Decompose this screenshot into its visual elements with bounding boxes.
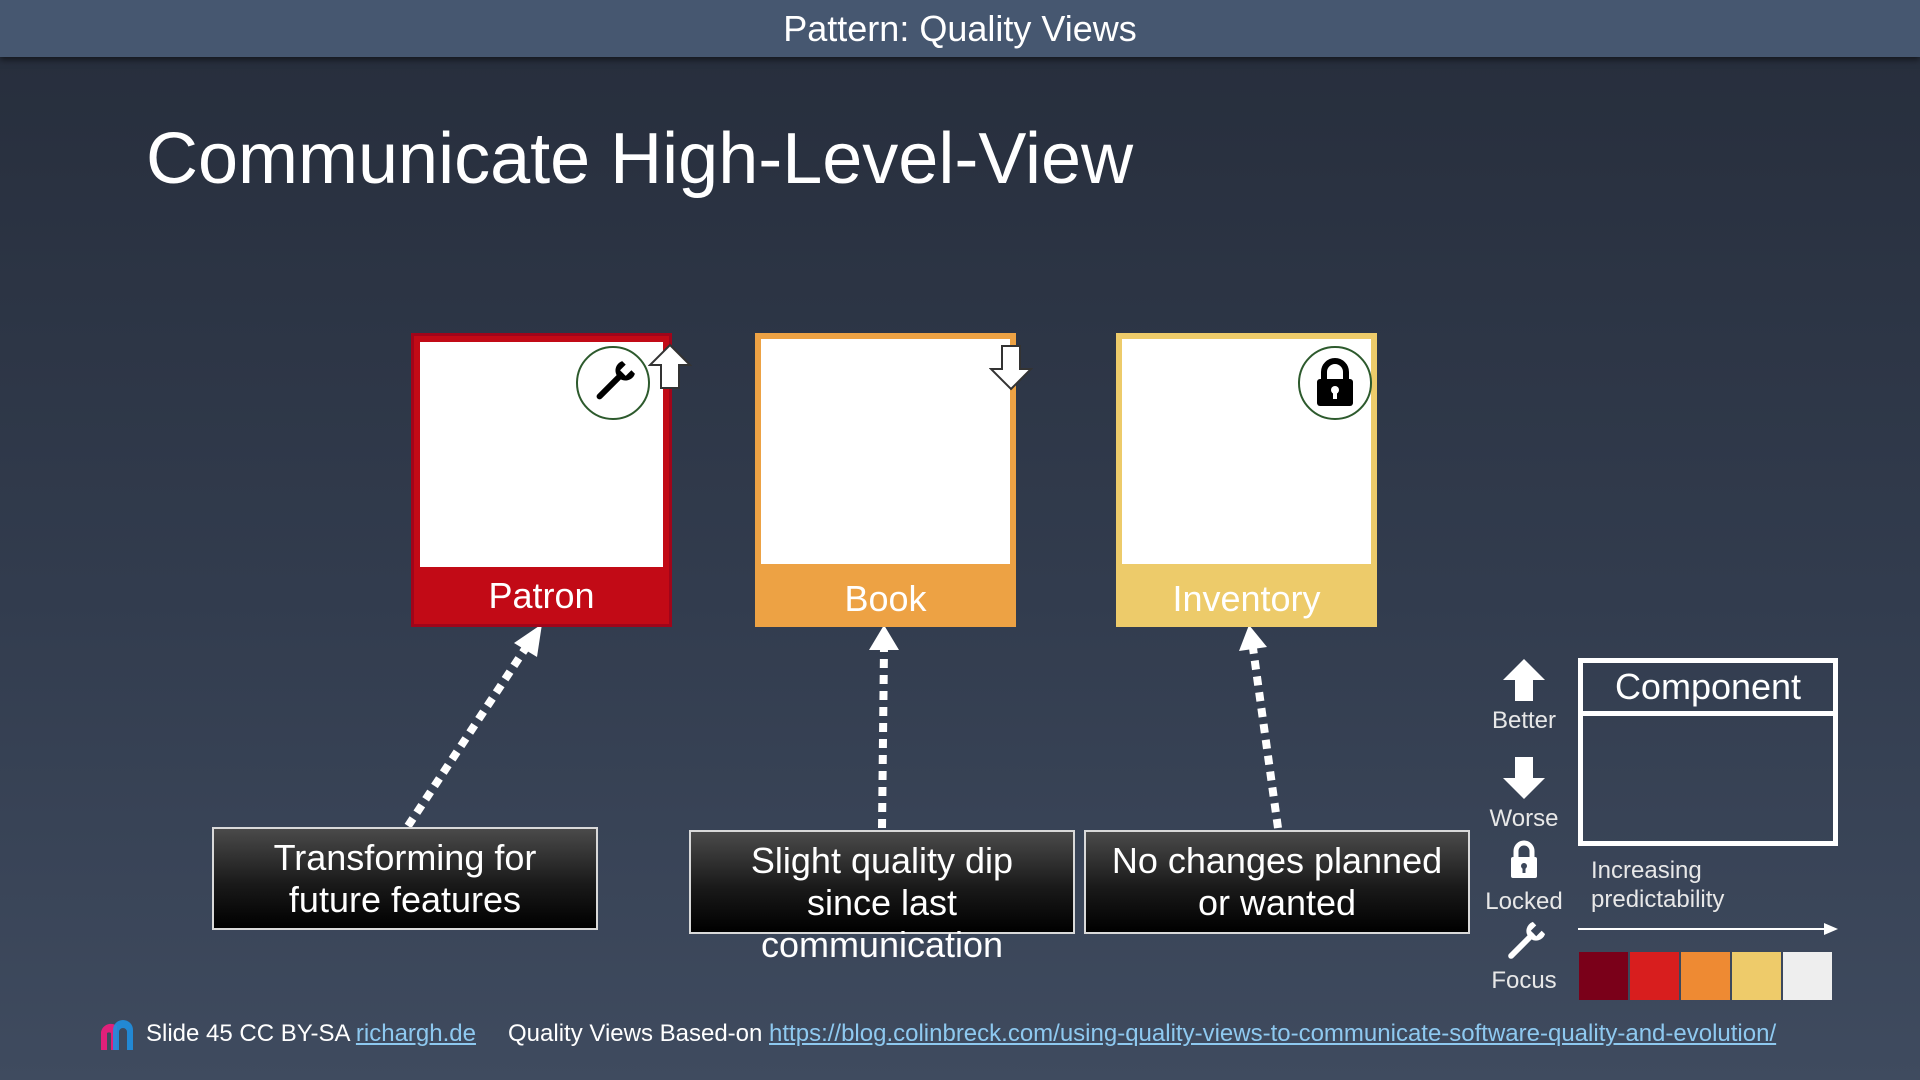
component-label: Book — [844, 577, 927, 619]
source-link[interactable]: https://blog.colinbreck.com/using-qualit… — [769, 1020, 1776, 1047]
component-label: Patron — [488, 574, 595, 616]
worse-arrow-icon — [1503, 757, 1545, 799]
callout-line: Slight quality dip — [750, 840, 1014, 881]
callout-line: since last — [806, 882, 958, 923]
legend-worse-label: Worse — [1489, 805, 1559, 832]
predictability-arrow — [1578, 923, 1838, 935]
callout-line: or wanted — [1197, 882, 1357, 923]
arrow-up-icon — [648, 343, 692, 389]
legend-component-box: Component — [1578, 658, 1838, 846]
lock-icon — [1298, 346, 1372, 420]
legend-component-label: Component — [1583, 663, 1833, 716]
callout-line: Transforming for — [273, 837, 537, 878]
logo-icon — [101, 1020, 133, 1050]
footer-slide-text: Slide 45 CC BY-SA — [146, 1020, 350, 1047]
component-label: Inventory — [1172, 577, 1321, 619]
callout-line: future features — [288, 879, 522, 920]
arrow-book — [869, 625, 899, 829]
callout-line: communication — [760, 924, 1004, 965]
legend-better-label: Better — [1491, 707, 1557, 734]
arrow-down-icon — [989, 345, 1033, 391]
header-bar: Pattern: Quality Views — [0, 0, 1920, 57]
callout-line: No changes planned — [1111, 840, 1443, 881]
slide-title: Communicate High-Level-View — [146, 119, 1134, 199]
component-book: Book — [755, 333, 1016, 627]
better-arrow-icon — [1503, 659, 1545, 701]
footer-based-on-text: Quality Views Based-on — [508, 1020, 763, 1047]
callout-patron: Transforming for future features — [212, 827, 598, 930]
arrow-patron — [404, 624, 542, 829]
callout-inventory: No changes planned or wanted — [1084, 830, 1470, 934]
author-link[interactable]: richargh.de — [356, 1020, 476, 1047]
footer-slide-info: Slide 45 CC BY-SA richargh.de — [146, 1020, 476, 1048]
scale-swatch — [1630, 952, 1679, 1000]
predictability-line: predictability — [1591, 886, 1725, 913]
arrow-inventory — [1239, 625, 1282, 829]
predictability-label: Increasing predictability — [1591, 856, 1724, 914]
scale-swatch — [1732, 952, 1781, 1000]
legend-locked-label: Locked — [1485, 888, 1563, 915]
predictability-line: Increasing — [1591, 857, 1702, 884]
wrench-icon — [576, 346, 650, 420]
lock-legend-icon — [1511, 840, 1537, 878]
header-title: Pattern: Quality Views — [783, 7, 1137, 49]
scale-swatch — [1681, 952, 1730, 1000]
scale-swatch — [1579, 952, 1628, 1000]
component-body — [761, 339, 1010, 564]
wrench-legend-icon — [1508, 921, 1546, 959]
legend-focus-label: Focus — [1491, 967, 1557, 994]
callout-book: Slight quality dip since last communicat… — [689, 830, 1075, 965]
footer-source-info: Quality Views Based-on https://blog.coli… — [508, 1020, 1776, 1048]
scale-swatch — [1783, 952, 1832, 1000]
